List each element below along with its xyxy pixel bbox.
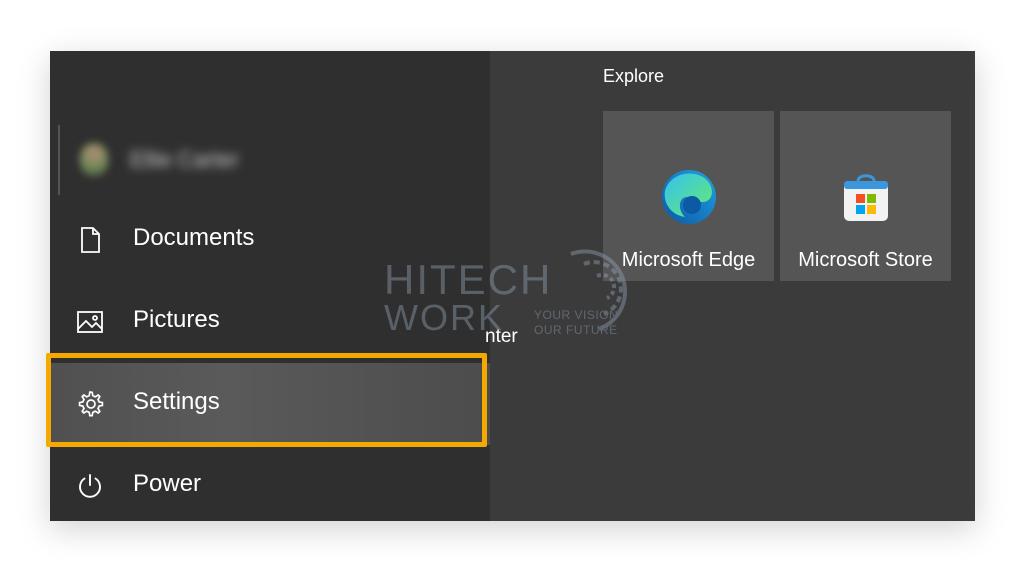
nav-item-pictures[interactable]: Pictures [50, 281, 490, 363]
user-avatar [80, 143, 108, 177]
document-icon [76, 226, 104, 254]
tile-microsoft-store[interactable]: Microsoft Store [780, 111, 951, 281]
power-icon [76, 472, 104, 500]
nav-item-label: Documents [133, 224, 255, 251]
nav-item-power[interactable]: Power [50, 445, 490, 521]
user-name: Ellie Carter [130, 147, 239, 172]
screenshot-stage: Ellie Carter Documents Pictures Settings… [0, 0, 1024, 575]
store-icon [836, 167, 896, 227]
edge-icon [659, 167, 719, 227]
nav-item-documents[interactable]: Documents [50, 199, 490, 281]
tile-microsoft-edge[interactable]: Microsoft Edge [603, 111, 774, 281]
explore-section-title: Explore [603, 66, 665, 86]
tile-label: Microsoft Store [798, 249, 933, 271]
nav-item-settings[interactable]: Settings [50, 363, 490, 445]
gear-icon [76, 390, 104, 418]
user-account-button[interactable]: Ellie Carter [58, 125, 478, 195]
user-accent-bar [58, 125, 60, 195]
nav-item-label: Pictures [133, 306, 220, 333]
nav-item-label: Settings [133, 388, 220, 415]
nav-item-label: Power [133, 470, 202, 497]
tile-label: Microsoft Edge [621, 249, 756, 271]
partially-hidden-tile-label: nter [485, 326, 518, 347]
pictures-icon [76, 308, 104, 336]
start-menu-left-pane: Ellie Carter Documents Pictures Settings… [50, 51, 490, 521]
